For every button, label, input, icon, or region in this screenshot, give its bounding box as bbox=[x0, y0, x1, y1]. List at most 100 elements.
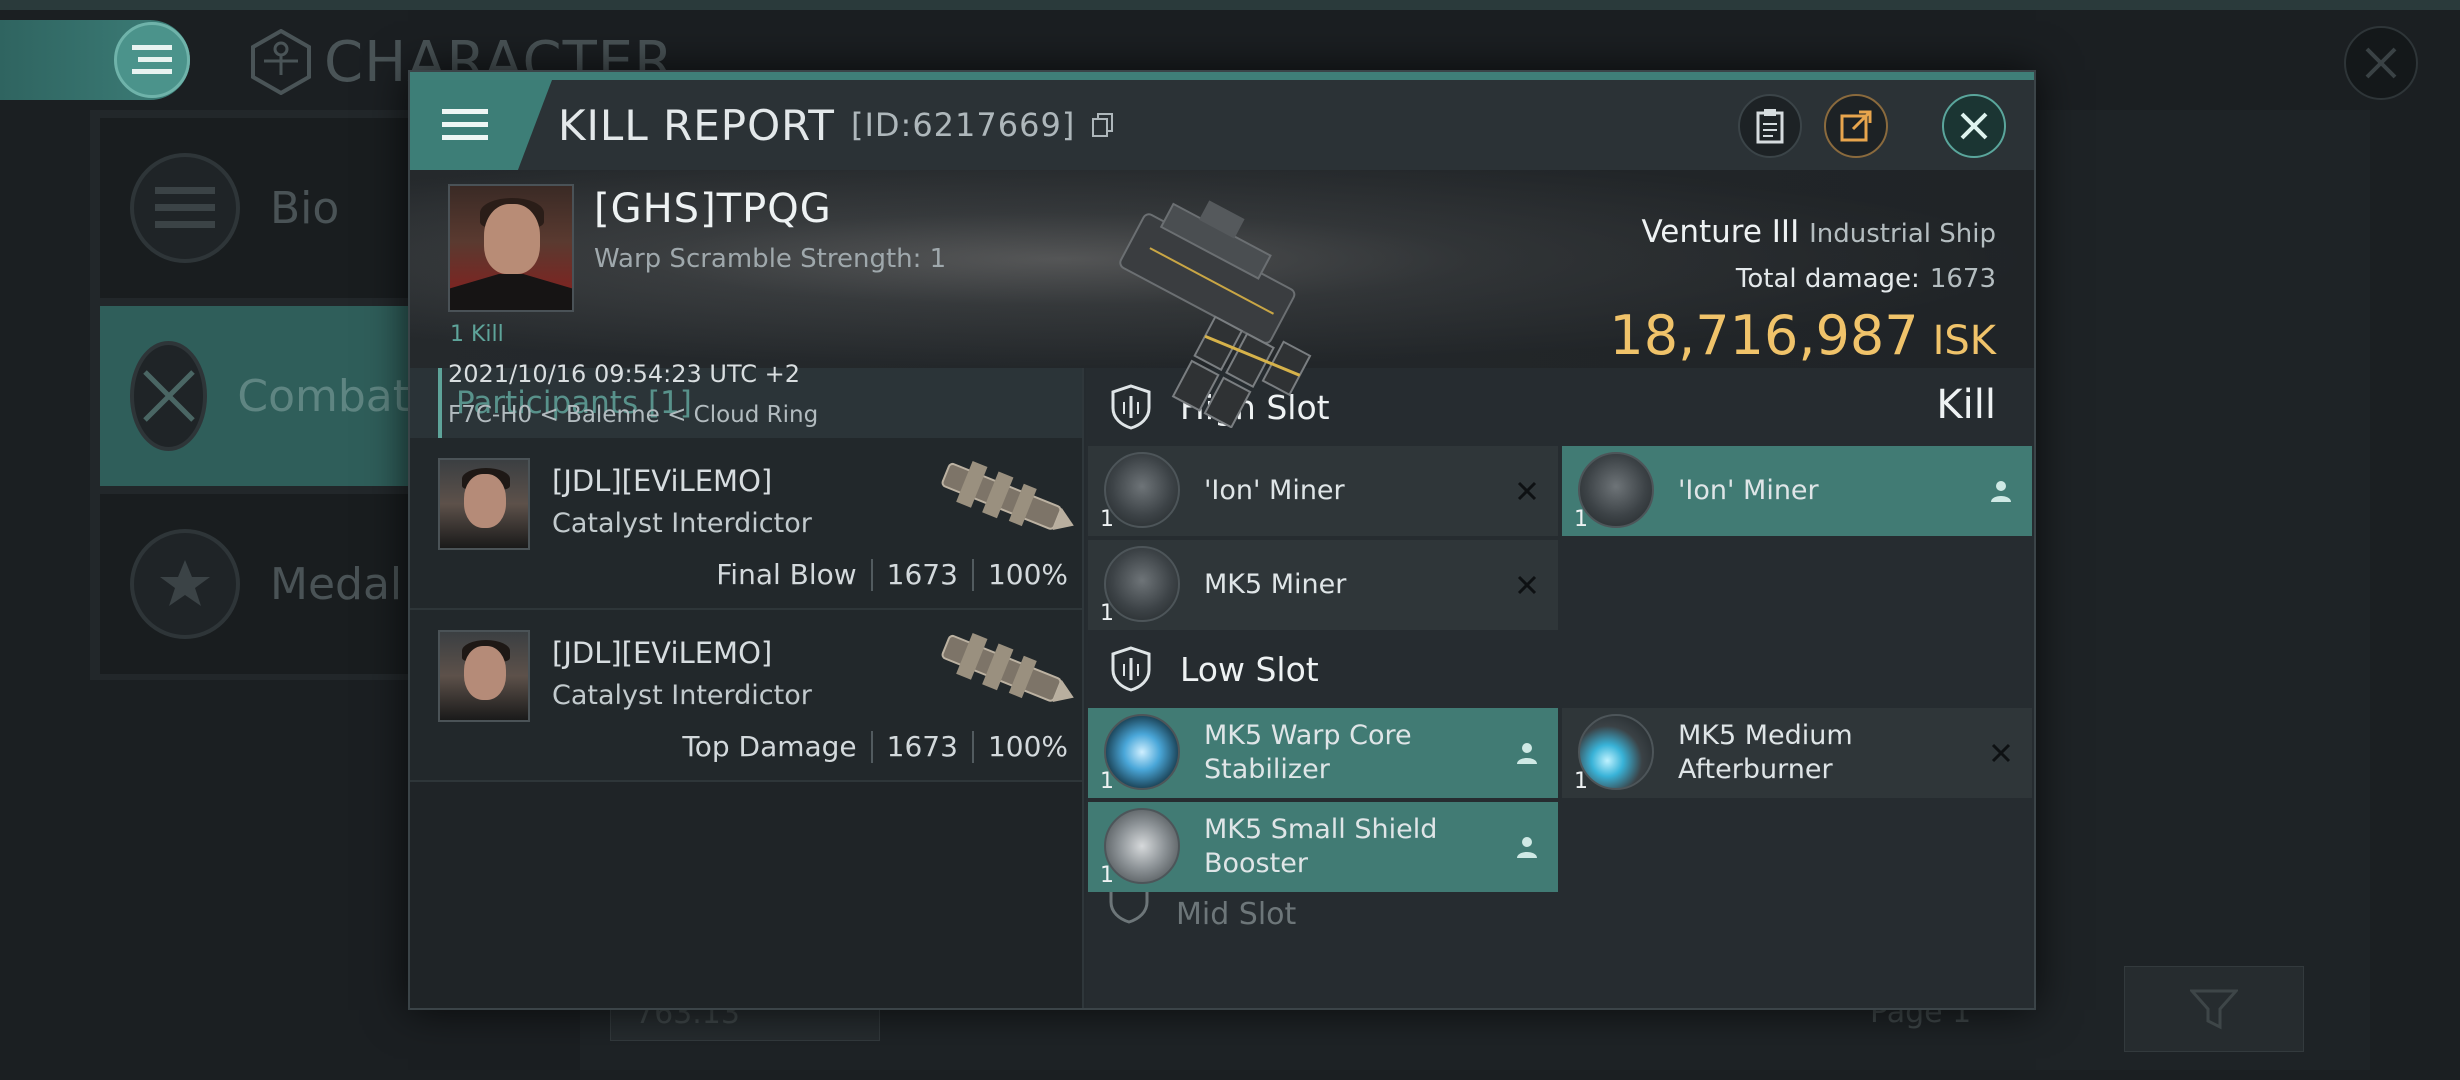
participant-portrait bbox=[438, 630, 530, 722]
hamburger-icon bbox=[132, 45, 172, 74]
total-damage-value: 1673 bbox=[1929, 264, 1996, 294]
close-icon bbox=[2365, 47, 2397, 79]
portrait-face bbox=[484, 204, 540, 274]
isk-value: 18,716,987 ISK bbox=[1609, 304, 1996, 367]
modal-top-accent bbox=[410, 72, 2034, 80]
slot-item[interactable]: 1 MK5 Medium Afterburner bbox=[1562, 708, 2032, 798]
main-menu-button[interactable] bbox=[114, 22, 190, 98]
divider bbox=[971, 730, 974, 763]
portrait-collar bbox=[450, 274, 572, 310]
victim-ship: Venture III Industrial Ship bbox=[1641, 214, 1996, 250]
victim-ship-image bbox=[1119, 200, 1312, 428]
warp-core-stabilizer-icon bbox=[1104, 714, 1180, 790]
star-icon bbox=[130, 529, 240, 639]
afterburner-icon bbox=[1578, 714, 1654, 790]
low-slot-title: Low Slot bbox=[1180, 649, 1319, 689]
slot-item-name: MK5 Small Shield Booster bbox=[1204, 814, 1438, 879]
filter-icon bbox=[2190, 989, 2238, 1030]
participant-percent: 100% bbox=[987, 558, 1068, 591]
sidebar-item-label: Combat bbox=[237, 370, 410, 422]
warp-scramble-strength: Warp Scramble Strength: 1 bbox=[594, 244, 947, 274]
divider bbox=[870, 558, 873, 591]
slot-item-name: MK5 Warp Core Stabilizer bbox=[1204, 720, 1412, 785]
close-icon bbox=[1960, 112, 1988, 140]
mid-slot-header: Mid Slot bbox=[1086, 892, 2034, 932]
destroyed-icon bbox=[1986, 738, 2016, 768]
empty-slot bbox=[1562, 540, 2032, 630]
participant-damage: 1673 bbox=[886, 730, 958, 763]
victim-portrait[interactable] bbox=[448, 184, 574, 312]
clipboard-icon bbox=[1756, 109, 1784, 144]
participant-ship: Catalyst Interdictor bbox=[552, 680, 812, 711]
slot-shield-icon bbox=[1108, 892, 1150, 932]
slot-shield-icon bbox=[1108, 646, 1154, 692]
vitruvian-icon bbox=[251, 29, 311, 95]
participant-ship-image bbox=[941, 632, 1074, 702]
miner-icon bbox=[1578, 452, 1654, 528]
destroyed-icon bbox=[1512, 570, 1542, 600]
clipboard-button[interactable] bbox=[1738, 94, 1802, 158]
sidebar-item-combat[interactable]: Combat bbox=[100, 306, 410, 486]
mid-slot-title: Mid Slot bbox=[1176, 897, 1297, 932]
participant-name: [JDL][EViLEMO] bbox=[552, 636, 773, 670]
report-title-text: KILL REPORT bbox=[558, 100, 835, 150]
slot-item[interactable]: 1 MK5 Miner bbox=[1088, 540, 1558, 630]
close-report-button[interactable] bbox=[1942, 94, 2006, 158]
victim-ship-name: Venture III bbox=[1641, 214, 1800, 250]
destroyed-icon bbox=[1512, 476, 1542, 506]
participant-role: Top Damage bbox=[682, 730, 857, 763]
slot-quantity: 1 bbox=[1100, 863, 1114, 888]
victim-name[interactable]: [GHS]TPQG bbox=[594, 186, 832, 232]
sidebar-item-medal[interactable]: Medal bbox=[100, 494, 410, 674]
victim-ship-class: Industrial Ship bbox=[1809, 219, 1996, 249]
participant-row[interactable]: [JDL][EViLEMO] Catalyst Interdictor Top … bbox=[410, 610, 1082, 782]
portrait-face bbox=[464, 474, 506, 528]
participant-damage: 1673 bbox=[886, 558, 958, 591]
top-strip bbox=[0, 0, 2460, 10]
total-damage: Total damage: 1673 bbox=[1736, 264, 1996, 294]
victim-banner: [GHS]TPQG Warp Scramble Strength: 1 1 Ki… bbox=[410, 170, 2034, 428]
sidebar-item-label: Medal bbox=[270, 558, 403, 610]
participant-stats: Top Damage 1673 100% bbox=[682, 730, 1068, 763]
slot-item[interactable]: 1 'Ion' Miner bbox=[1562, 446, 2032, 536]
portrait-face bbox=[464, 646, 506, 700]
slot-item-name: MK5 Medium Afterburner bbox=[1678, 720, 1853, 785]
divider bbox=[870, 730, 873, 763]
high-slot-grid: 1 'Ion' Miner 1 'Ion' Miner 1 MK5 Miner bbox=[1086, 446, 2034, 630]
participant-ship-image bbox=[941, 460, 1074, 530]
isk-unit: ISK bbox=[1932, 318, 1996, 364]
modal-header: KILL REPORT [ID:6217669] bbox=[410, 80, 2034, 170]
isk-amount: 18,716,987 bbox=[1609, 304, 1919, 367]
copy-icon[interactable] bbox=[1091, 112, 1115, 138]
low-slot-header: Low Slot bbox=[1086, 630, 2034, 708]
participant-stats: Final Blow 1673 100% bbox=[716, 558, 1068, 591]
slot-item[interactable]: 1 'Ion' Miner bbox=[1088, 446, 1558, 536]
list-icon bbox=[130, 153, 240, 263]
slot-item[interactable]: 1 MK5 Warp Core Stabilizer bbox=[1088, 708, 1558, 798]
participant-role: Final Blow bbox=[716, 558, 857, 591]
report-menu-button[interactable] bbox=[410, 80, 552, 170]
kill-location[interactable]: F7C-H0 < Balenne < Cloud Ring bbox=[448, 402, 818, 428]
dropped-person-icon bbox=[1986, 476, 2016, 506]
sidebar-item-label: Bio bbox=[270, 182, 340, 234]
crossed-swords-icon bbox=[130, 341, 208, 451]
slot-item[interactable]: 1 MK5 Small Shield Booster bbox=[1088, 802, 1558, 892]
hamburger-icon bbox=[442, 109, 488, 140]
participant-name: [JDL][EViLEMO] bbox=[552, 464, 773, 498]
participant-row[interactable]: [JDL][EViLEMO] Catalyst Interdictor Fina… bbox=[410, 438, 1082, 610]
low-slot-grid: 1 MK5 Warp Core Stabilizer 1 MK5 Medium … bbox=[1086, 708, 2034, 892]
slot-quantity: 1 bbox=[1100, 507, 1114, 532]
share-button[interactable] bbox=[1824, 94, 1888, 158]
sidebar-item-bio[interactable]: Bio bbox=[100, 118, 410, 298]
fitting-slots-panel: High Slot 1 'Ion' Miner 1 'Ion' Miner 1 … bbox=[1086, 368, 2034, 1008]
bg-close-button[interactable] bbox=[2344, 26, 2418, 100]
dropped-person-icon bbox=[1512, 832, 1542, 862]
empty-slot bbox=[1562, 802, 2032, 892]
slot-quantity: 1 bbox=[1100, 769, 1114, 794]
filter-button[interactable] bbox=[2124, 966, 2304, 1052]
slot-quantity: 1 bbox=[1100, 601, 1114, 626]
slot-quantity: 1 bbox=[1574, 769, 1588, 794]
participant-ship: Catalyst Interdictor bbox=[552, 508, 812, 539]
participant-portrait bbox=[438, 458, 530, 550]
miner-icon bbox=[1104, 546, 1180, 622]
